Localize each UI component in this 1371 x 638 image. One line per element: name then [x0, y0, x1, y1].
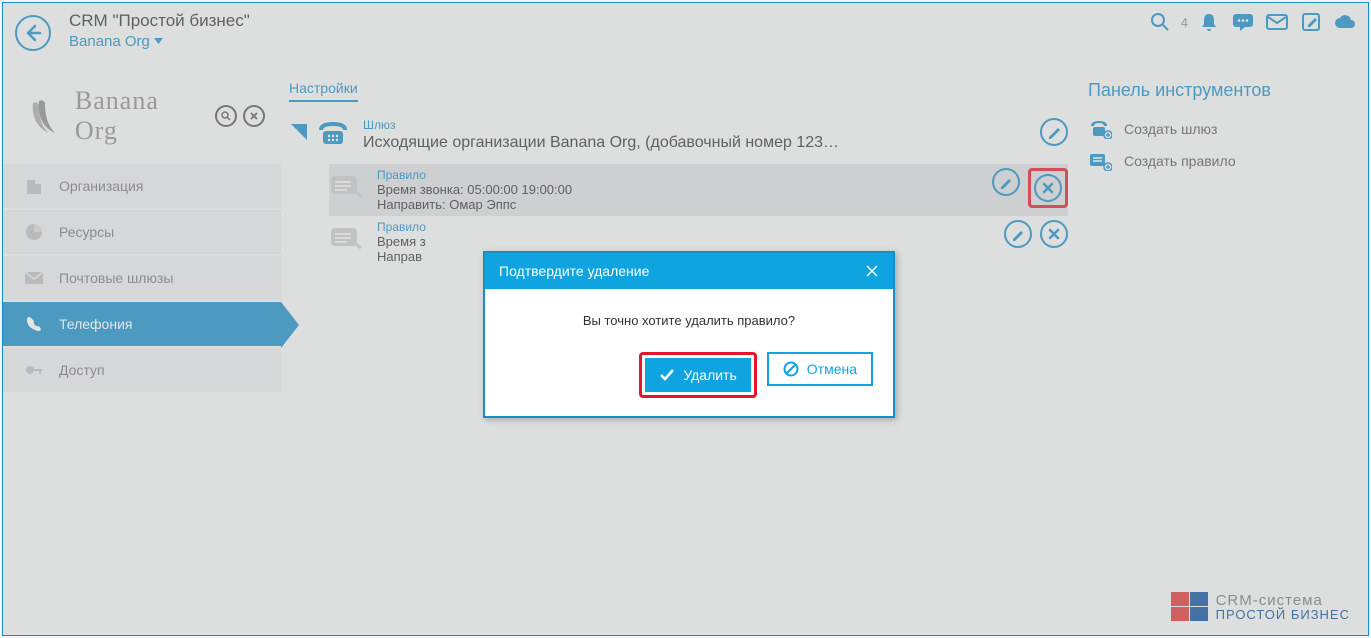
footer-line-2: ПРОСТОЙ БИЗНЕС [1216, 608, 1350, 621]
envelope-icon [23, 267, 45, 289]
rule-item[interactable]: Правило Время звонка: 05:00:00 19:00:00 … [329, 164, 1068, 216]
sidebar-item-label: Телефония [59, 316, 132, 332]
cancel-button[interactable]: Отмена [767, 352, 873, 386]
app-title: CRM "Простой бизнес" [69, 11, 250, 31]
delete-button-highlight: Удалить [639, 352, 756, 398]
tools-panel: Панель инструментов Создать шлюз Создать… [1068, 80, 1348, 635]
button-label: Удалить [683, 367, 736, 383]
chat-icon[interactable] [1230, 9, 1256, 35]
phone-icon [23, 313, 45, 335]
close-icon[interactable] [865, 264, 879, 278]
confirm-delete-dialog: Подтвердите удаление Вы точно хотите уда… [483, 251, 895, 418]
phone-gateway-icon [315, 118, 351, 146]
logo-text: Banana Org [75, 86, 209, 146]
rule-icon [329, 224, 363, 250]
banana-icon [27, 95, 69, 137]
edit-rule-button[interactable] [992, 168, 1020, 196]
rule-route: Направить: Омар Эппс [377, 197, 968, 212]
building-icon [23, 175, 45, 197]
sidebar-item-telephony[interactable]: Телефония [3, 302, 281, 348]
confirm-delete-button[interactable]: Удалить [645, 358, 750, 392]
rule-time: Время з [377, 234, 980, 249]
logo-close-icon[interactable] [243, 105, 265, 127]
sidebar-item-label: Организация [59, 178, 143, 194]
dialog-title: Подтвердите удаление [499, 263, 649, 279]
delete-rule-button[interactable] [1040, 220, 1068, 248]
edit-gateway-button[interactable] [1040, 118, 1068, 146]
sidebar-item-label: Доступ [59, 362, 105, 378]
gateway-add-icon [1088, 119, 1112, 139]
notif-count: 4 [1181, 15, 1188, 30]
sidebar-item-resources[interactable]: Ресурсы [3, 210, 281, 256]
rule-add-icon [1088, 151, 1112, 171]
footer-line-1: CRM-система [1216, 593, 1350, 608]
pie-icon [23, 221, 45, 243]
chevron-down-icon [154, 38, 163, 45]
arrow-left-icon [23, 23, 43, 43]
tool-label: Создать шлюз [1124, 121, 1217, 137]
tools-title: Панель инструментов [1088, 80, 1348, 101]
gateway-label: Шлюз [363, 118, 1030, 132]
bell-icon[interactable] [1196, 9, 1222, 35]
rule-time: Время звонка: 05:00:00 19:00:00 [377, 182, 968, 197]
vendor-logo: CRM-система ПРОСТОЙ БИЗНЕС [1171, 592, 1350, 621]
org-logo: Banana Org [3, 86, 281, 164]
rule-label: Правило [377, 168, 968, 182]
create-gateway-button[interactable]: Создать шлюз [1088, 113, 1348, 145]
sidebar-item-label: Почтовые шлюзы [59, 270, 173, 286]
cloud-icon[interactable] [1332, 9, 1358, 35]
back-button[interactable] [15, 15, 51, 51]
edit-rule-button[interactable] [1004, 220, 1032, 248]
create-rule-button[interactable]: Создать правило [1088, 145, 1348, 177]
sidebar-item-label: Ресурсы [59, 224, 114, 240]
collapse-icon[interactable] [289, 122, 309, 142]
tab-settings[interactable]: Настройки [289, 80, 358, 102]
rule-icon [329, 172, 363, 198]
delete-rule-highlight [1028, 168, 1068, 208]
dialog-message: Вы точно хотите удалить правило? [505, 313, 873, 328]
check-icon [659, 368, 675, 382]
tool-label: Создать правило [1124, 153, 1236, 169]
org-dropdown[interactable]: Banana Org [69, 33, 250, 50]
button-label: Отмена [807, 361, 857, 377]
key-icon [23, 359, 45, 381]
cancel-icon [783, 361, 799, 377]
delete-rule-button[interactable] [1034, 174, 1062, 202]
sidebar-item-org[interactable]: Организация [3, 164, 281, 210]
org-name: Banana Org [69, 33, 150, 50]
edit-icon[interactable] [1298, 9, 1324, 35]
header: CRM "Простой бизнес" Banana Org 4 [3, 3, 1368, 58]
search-icon[interactable] [1147, 9, 1173, 35]
rule-label: Правило [377, 220, 980, 234]
mail-icon[interactable] [1264, 9, 1290, 35]
logo-search-icon[interactable] [215, 105, 237, 127]
top-toolbar: 4 [1147, 9, 1358, 35]
sidebar: Banana Org Организация Ресурсы Почтовые … [3, 58, 281, 635]
sidebar-item-mail-gateways[interactable]: Почтовые шлюзы [3, 256, 281, 302]
gateway-description: Исходящие организации Banana Org, (добав… [363, 134, 1030, 152]
sidebar-item-access[interactable]: Доступ [3, 348, 281, 394]
app-window: CRM "Простой бизнес" Banana Org 4 Banana… [2, 2, 1369, 636]
